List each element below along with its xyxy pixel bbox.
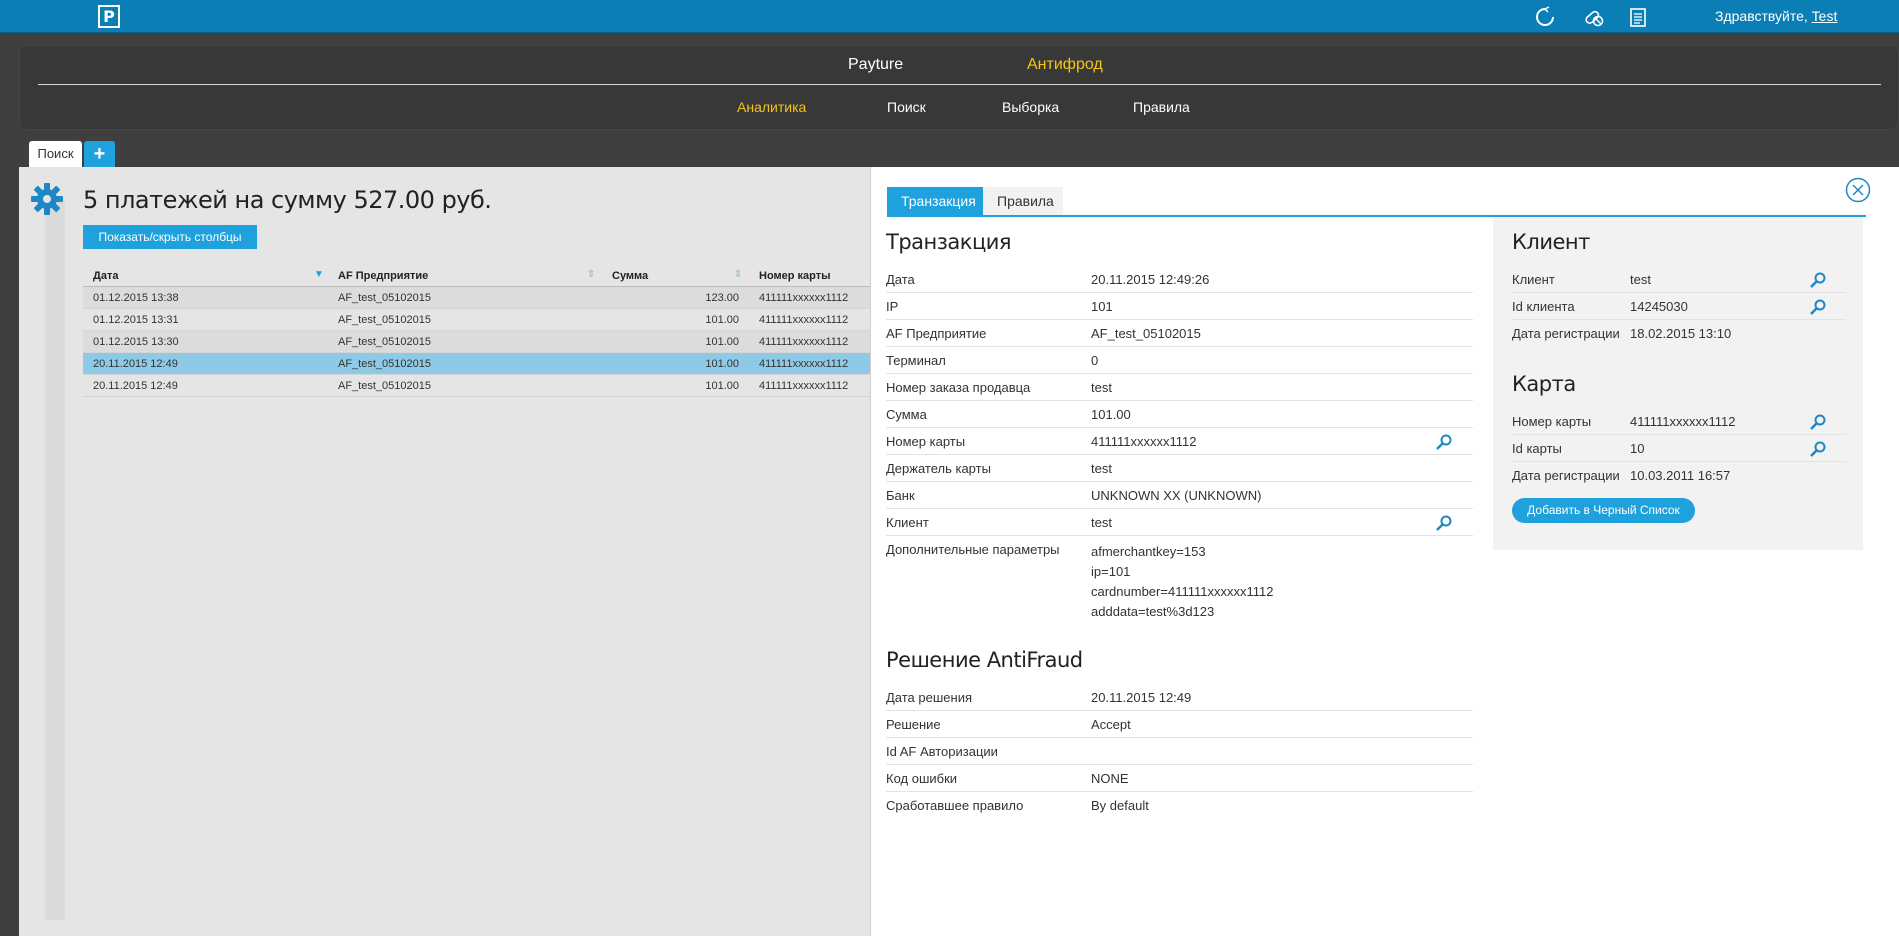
cell-amount: 101.00	[705, 336, 739, 348]
cell-date: 20.11.2015 12:49	[93, 358, 178, 370]
sort-desc-icon[interactable]: ▼	[314, 269, 324, 280]
tabs-underline	[887, 215, 1866, 217]
table-row[interactable]: 01.12.2015 13:31 AF_test_05102015 101.00…	[83, 309, 871, 331]
cell-merchant: AF_test_05102015	[338, 314, 431, 326]
clipboard-icon[interactable]	[1627, 6, 1649, 28]
lookup-icon[interactable]	[1809, 413, 1827, 431]
cell-card: 411111xxxxxx1112	[759, 380, 849, 392]
add-tab-button[interactable]: +	[84, 141, 115, 167]
cell-date: 01.12.2015 13:38	[93, 292, 179, 304]
cell-amount: 123.00	[705, 292, 739, 304]
field-row: Сумма 101.00	[886, 401, 1473, 428]
field-row: Клиент test	[886, 509, 1473, 536]
client-title: Клиент	[1512, 230, 1590, 254]
field-row: Держатель карты test	[886, 455, 1473, 482]
cell-merchant: AF_test_05102015	[338, 380, 431, 392]
field-row: Дата регистрации 18.02.2015 13:10	[1512, 326, 1732, 341]
nav-divider	[38, 84, 1881, 85]
pills-icon[interactable]	[1583, 6, 1605, 28]
toggle-columns-button[interactable]: Показать/скрыть столбцы	[83, 225, 257, 249]
nav-rules[interactable]: Правила	[1133, 99, 1190, 115]
cell-merchant: AF_test_05102015	[338, 358, 431, 370]
field-row: Терминал 0	[886, 347, 1473, 374]
field-row: Код ошибки NONE	[886, 765, 1473, 792]
nav-selection[interactable]: Выборка	[1002, 99, 1059, 115]
cell-card: 411111xxxxxx1112	[759, 358, 849, 370]
cell-merchant: AF_test_05102015	[338, 336, 431, 348]
lookup-icon[interactable]	[1435, 433, 1453, 451]
column-header-card[interactable]: Номер карты	[759, 270, 831, 282]
close-icon[interactable]	[1845, 177, 1871, 203]
field-row: AF Предприятие AF_test_05102015	[886, 320, 1473, 347]
table-row[interactable]: 20.11.2015 12:49 AF_test_05102015 101.00…	[83, 375, 871, 397]
cell-amount: 101.00	[705, 358, 739, 370]
table-row-selected[interactable]: 20.11.2015 12:49 AF_test_05102015 101.00…	[83, 353, 871, 375]
cell-amount: 101.00	[705, 380, 739, 392]
field-row: Дата регистрации 10.03.2011 16:57	[1512, 468, 1731, 483]
field-row: Номер карты 411111xxxxxx1112	[1512, 408, 1846, 435]
field-row: Дата решения 20.11.2015 12:49	[886, 684, 1473, 711]
field-row: Id клиента 14245030	[1512, 293, 1846, 320]
antifraud-title: Решение AntiFraud	[886, 648, 1083, 672]
results-summary: 5 платежей на сумму 527.00 руб.	[83, 186, 492, 214]
nav-analytics[interactable]: Аналитика	[737, 99, 806, 115]
top-bar: P Здравствуйте, Test	[0, 0, 1899, 33]
cell-card: 411111xxxxxx1112	[759, 314, 849, 326]
left-gutter	[45, 200, 65, 920]
cell-card: 411111xxxxxx1112	[759, 292, 849, 304]
cell-merchant: AF_test_05102015	[338, 292, 431, 304]
field-row: IP 101	[886, 293, 1473, 320]
field-row: Дата 20.11.2015 12:49:26	[886, 266, 1473, 293]
table-header: Дата ▼ AF Предприятие ⇕ Сумма ⇕ Номер ка…	[83, 263, 871, 287]
nav-antifraud[interactable]: Антифрод	[1027, 56, 1103, 74]
nav-search[interactable]: Поиск	[887, 99, 926, 115]
tab-rules[interactable]: Правила	[983, 187, 1063, 215]
gear-icon[interactable]	[30, 182, 64, 216]
table-row[interactable]: 01.12.2015 13:38 AF_test_05102015 123.00…	[83, 287, 871, 309]
sort-icon[interactable]: ⇕	[587, 269, 595, 280]
column-header-merchant[interactable]: AF Предприятие	[338, 270, 428, 282]
field-row: Клиент test	[1512, 266, 1846, 293]
results-table: Дата ▼ AF Предприятие ⇕ Сумма ⇕ Номер ка…	[83, 263, 871, 397]
logo[interactable]: P	[98, 5, 120, 28]
add-to-blacklist-button[interactable]: Добавить в Черный Список	[1512, 498, 1695, 523]
tab-search[interactable]: Поиск	[29, 141, 82, 167]
sort-icon[interactable]: ⇕	[734, 269, 742, 280]
user-link[interactable]: Test	[1812, 8, 1838, 24]
lookup-icon[interactable]	[1435, 514, 1453, 532]
field-row: Id AF Авторизации	[886, 738, 1473, 765]
transaction-title: Транзакция	[886, 230, 1012, 254]
lookup-icon[interactable]	[1809, 271, 1827, 289]
lookup-icon[interactable]	[1809, 440, 1827, 458]
cell-card: 411111xxxxxx1112	[759, 336, 849, 348]
field-row: Id карты 10	[1512, 435, 1846, 462]
cell-date: 01.12.2015 13:31	[93, 314, 179, 326]
tab-transaction[interactable]: Транзакция	[887, 187, 983, 215]
cell-amount: 101.00	[705, 314, 739, 326]
field-row: Номер заказа продавца test	[886, 374, 1473, 401]
field-row: Номер карты 411111xxxxxx1112	[886, 428, 1473, 455]
field-row: Сработавшее правило By default	[886, 798, 1149, 813]
table-row[interactable]: 01.12.2015 13:30 AF_test_05102015 101.00…	[83, 331, 871, 353]
cell-date: 01.12.2015 13:30	[93, 336, 179, 348]
greeting: Здравствуйте, Test	[1715, 8, 1838, 24]
field-row: Решение Accept	[886, 711, 1473, 738]
field-row: Банк UNKNOWN XX (UNKNOWN)	[886, 482, 1473, 509]
lookup-icon[interactable]	[1809, 298, 1827, 316]
card-title: Карта	[1512, 372, 1576, 396]
cell-date: 20.11.2015 12:49	[93, 380, 178, 392]
column-header-amount[interactable]: Сумма	[612, 270, 648, 282]
refresh-icon[interactable]	[1534, 6, 1556, 28]
column-header-date[interactable]: Дата	[93, 270, 118, 282]
nav-panel: Payture Антифрод Аналитика Поиск Выборка…	[19, 45, 1899, 130]
nav-payture[interactable]: Payture	[848, 56, 903, 74]
